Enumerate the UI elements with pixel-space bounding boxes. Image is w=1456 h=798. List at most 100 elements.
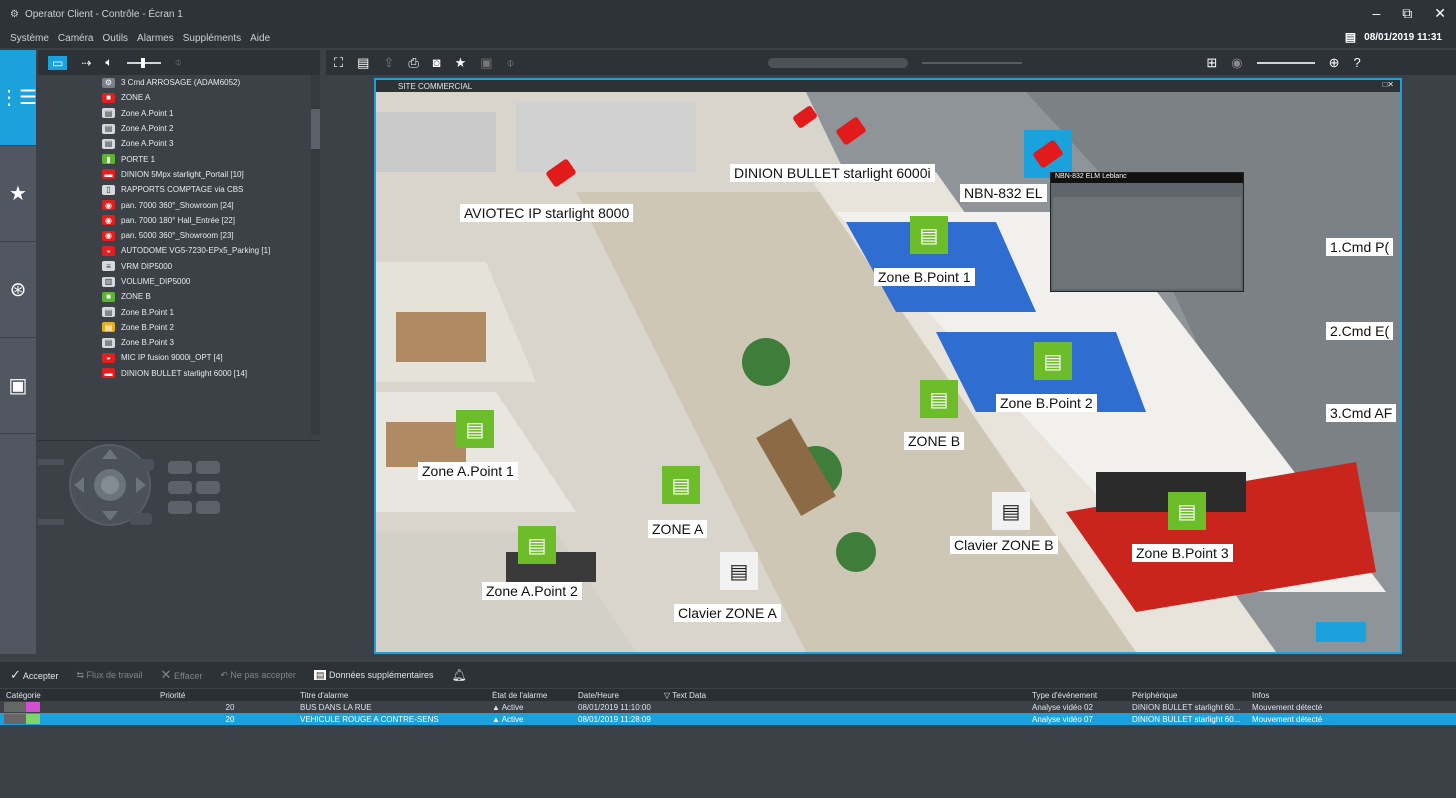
mic-icon[interactable]: ⌽ xyxy=(175,55,182,70)
bell-icon[interactable]: 🔔︎ xyxy=(452,668,467,682)
label-dinion: DINION BULLET starlight 6000i xyxy=(730,164,935,182)
favorite-star-icon[interactable]: ★ xyxy=(455,55,467,71)
clavier-zone-a-icon[interactable]: ▤ xyxy=(720,552,758,590)
tree-item[interactable]: ◒ AUTODOME VG5-7230-EPx5_Parking [1] xyxy=(38,243,324,258)
menu-aide[interactable]: Aide xyxy=(250,33,270,44)
tree-item[interactable]: ▤ Zone B.Point 3 xyxy=(38,335,324,350)
doc-icon: ▯ xyxy=(102,184,115,195)
alarm-row[interactable]: 20 VEHICULE ROUGE A CONTRE-SENS ▲ Active 08… xyxy=(0,713,1456,725)
col-infos[interactable]: Infos xyxy=(1252,691,1432,700)
save-icon[interactable]: ▤ xyxy=(357,55,369,71)
tab-ptz[interactable]: ⊛ xyxy=(0,242,36,338)
tree-item[interactable]: ≡ VRM DIP5000 xyxy=(38,259,324,274)
unaccept-button[interactable]: ↶ Ne pas accepter xyxy=(220,670,296,681)
dome-icon: ◉ xyxy=(102,230,115,241)
tab-favorites[interactable]: ★ xyxy=(0,146,36,242)
tree-item[interactable]: ▤ Zone A.Point 3 xyxy=(38,136,324,151)
clavier-zone-b-icon[interactable]: ▤ xyxy=(992,492,1030,530)
tree-item[interactable]: ■ ZONE B xyxy=(38,289,324,304)
tree-item[interactable]: ▬ DINION 5Mpx starlight_Portail [10] xyxy=(38,167,324,182)
zone-b-point-1-icon[interactable]: ▤ xyxy=(910,216,948,254)
menu-outils[interactable]: Outils xyxy=(102,33,128,44)
mic-toolbar-icon[interactable]: ⌽ xyxy=(507,55,515,71)
tree-item-label: 3 Cmd ARROSAGE (ADAM6052) xyxy=(121,78,241,88)
extra-data-button[interactable]: ▤ Données supplémentaires xyxy=(313,669,434,681)
alarm-row[interactable]: 20 BUS DANS LA RUE ▲ Active 08/01/2019 11:1… xyxy=(0,701,1456,713)
timeline-slider[interactable] xyxy=(922,61,1023,64)
menu-systeme[interactable]: Système xyxy=(10,33,49,44)
tree-scrollbar[interactable] xyxy=(311,75,320,435)
tree-item[interactable]: ⚙ 3 Cmd ARROSAGE (ADAM6052) xyxy=(38,75,324,90)
col-date[interactable]: Date/Heure xyxy=(578,691,664,700)
camera-icon: ▬ xyxy=(102,169,115,180)
tree-item[interactable]: ▯ RAPPORTS COMPTAGE via CBS xyxy=(38,182,324,197)
clear-button[interactable]: ✕ Effacer xyxy=(161,667,203,683)
alarm-device: DINION BULLET starlight 60... xyxy=(1132,714,1241,724)
col-peripherique[interactable]: Périphérique xyxy=(1132,691,1252,700)
tree-item[interactable]: ▬ DINION BULLET starlight 6000 [14] xyxy=(38,366,324,381)
playback-icon[interactable]: ⇢ xyxy=(81,56,91,70)
tree-item[interactable]: ◉ pan. 5000 360°_Showroom [23] xyxy=(38,228,324,243)
tree-item[interactable]: ◉ pan. 7000 360°_Showroom [24] xyxy=(38,197,324,212)
tree-item[interactable]: ■ ZONE A xyxy=(38,90,324,105)
col-priorite[interactable]: Priorité xyxy=(160,691,300,700)
label-zone-b-point-3: Zone B.Point 3 xyxy=(1132,544,1233,562)
point-icon: ▤ xyxy=(102,138,115,149)
zone-b-icon[interactable]: ▤ xyxy=(920,380,958,418)
tree-item[interactable]: ▮ PORTE 1 xyxy=(38,151,324,166)
tree-item-label: VOLUME_DIP5000 xyxy=(121,277,191,286)
alarm-title: BUS DANS LA RUE xyxy=(300,702,372,712)
pane-count-slider[interactable] xyxy=(1256,61,1315,64)
alarm-state-text: Active xyxy=(501,714,524,724)
record-icon[interactable]: ▣ xyxy=(480,55,492,71)
tree-item[interactable]: ▤ Zone B.Point 1 xyxy=(38,304,324,319)
speaker-icon[interactable]: 🔈︎ xyxy=(105,55,112,70)
tree-item[interactable]: ◉ pan. 7000 180° Hall_Entrée [22] xyxy=(38,213,324,228)
col-type[interactable]: Type d'événement xyxy=(1032,691,1132,700)
viewer-close-icon[interactable]: □✕ xyxy=(1382,80,1394,89)
ptz-controls-graphic[interactable] xyxy=(38,441,320,655)
workflow-button[interactable]: ⇆ Flux de travail xyxy=(76,670,142,681)
video-inset[interactable]: NBN-832 ELM Leblanc xyxy=(1050,172,1244,292)
add-icon[interactable]: ⊕ xyxy=(1329,55,1340,71)
menu-camera[interactable]: Caméra xyxy=(58,33,94,44)
viewer-toolbar: ⛶ ▤ ⇪ ⎙ ◙ ★ ▣ ⌽ ⊞ ◉ ⊕ ? xyxy=(326,50,1456,75)
zone-b-point-2-icon[interactable]: ▤ xyxy=(1034,342,1072,380)
camera-marker-nbn[interactable] xyxy=(1024,130,1072,178)
menu-supplements[interactable]: Suppléments xyxy=(183,33,241,44)
tree-item[interactable]: ▤ Zone B.Point 2 xyxy=(38,320,324,335)
print-icon[interactable]: ⎙ xyxy=(408,55,418,71)
accept-button[interactable]: ✓ Accepter xyxy=(10,667,58,683)
upload-icon[interactable]: ⇪ xyxy=(383,55,394,71)
tab-logical-tree[interactable]: ⋮☰ xyxy=(0,50,37,146)
map-viewer-pane[interactable]: SITE COMMERCIAL □✕ NBN-832 ELM Leblanc A… xyxy=(374,78,1402,654)
col-text-data[interactable]: ▽ Text Data xyxy=(664,691,1032,700)
layout-grid-icon[interactable]: ⊞ xyxy=(1206,55,1217,71)
layout-single-icon[interactable]: ◉ xyxy=(1231,55,1242,71)
tree-item[interactable]: ▤ Zone A.Point 1 xyxy=(38,106,324,121)
tree-item[interactable]: ▤ Zone A.Point 2 xyxy=(38,121,324,136)
volume-slider[interactable] xyxy=(126,57,161,68)
close-icon[interactable]: ✕ xyxy=(1434,5,1446,22)
menu-alarmes[interactable]: Alarmes xyxy=(137,33,174,44)
playback-controls[interactable] xyxy=(768,57,909,68)
zone-a-point-2-icon[interactable]: ▤ xyxy=(518,526,556,564)
col-etat[interactable]: État de l'alarme xyxy=(492,691,578,700)
tree-item[interactable]: ◒ MIC IP fusion 9000i_OPT [4] xyxy=(38,350,324,365)
col-categorie[interactable]: Catégorie xyxy=(0,691,160,700)
restore-icon[interactable]: ⧉ xyxy=(1402,5,1412,22)
camera-icon[interactable]: ▭ xyxy=(48,55,68,70)
help-icon[interactable]: ? xyxy=(1354,55,1361,70)
tab-monitors[interactable]: ▣ xyxy=(0,338,36,434)
zone-a-point-1-icon[interactable]: ▤ xyxy=(456,410,494,448)
col-titre[interactable]: Titre d'alarme xyxy=(300,691,492,700)
tree-item[interactable]: ▥ VOLUME_DIP5000 xyxy=(38,274,324,289)
minimize-icon[interactable]: – xyxy=(1372,5,1380,22)
snapshot-icon[interactable]: ◙ xyxy=(433,55,441,70)
zone-a-icon[interactable]: ▤ xyxy=(662,466,700,504)
storage-icon: ≡ xyxy=(102,261,115,272)
site-map[interactable]: NBN-832 ELM Leblanc AVIOTEC IP starlight… xyxy=(376,92,1400,652)
map-icon[interactable]: ⛶ xyxy=(334,55,343,71)
zone-b-point-3-icon[interactable]: ▤ xyxy=(1168,492,1206,530)
alarm-bell-icon: ▲ xyxy=(492,702,502,712)
